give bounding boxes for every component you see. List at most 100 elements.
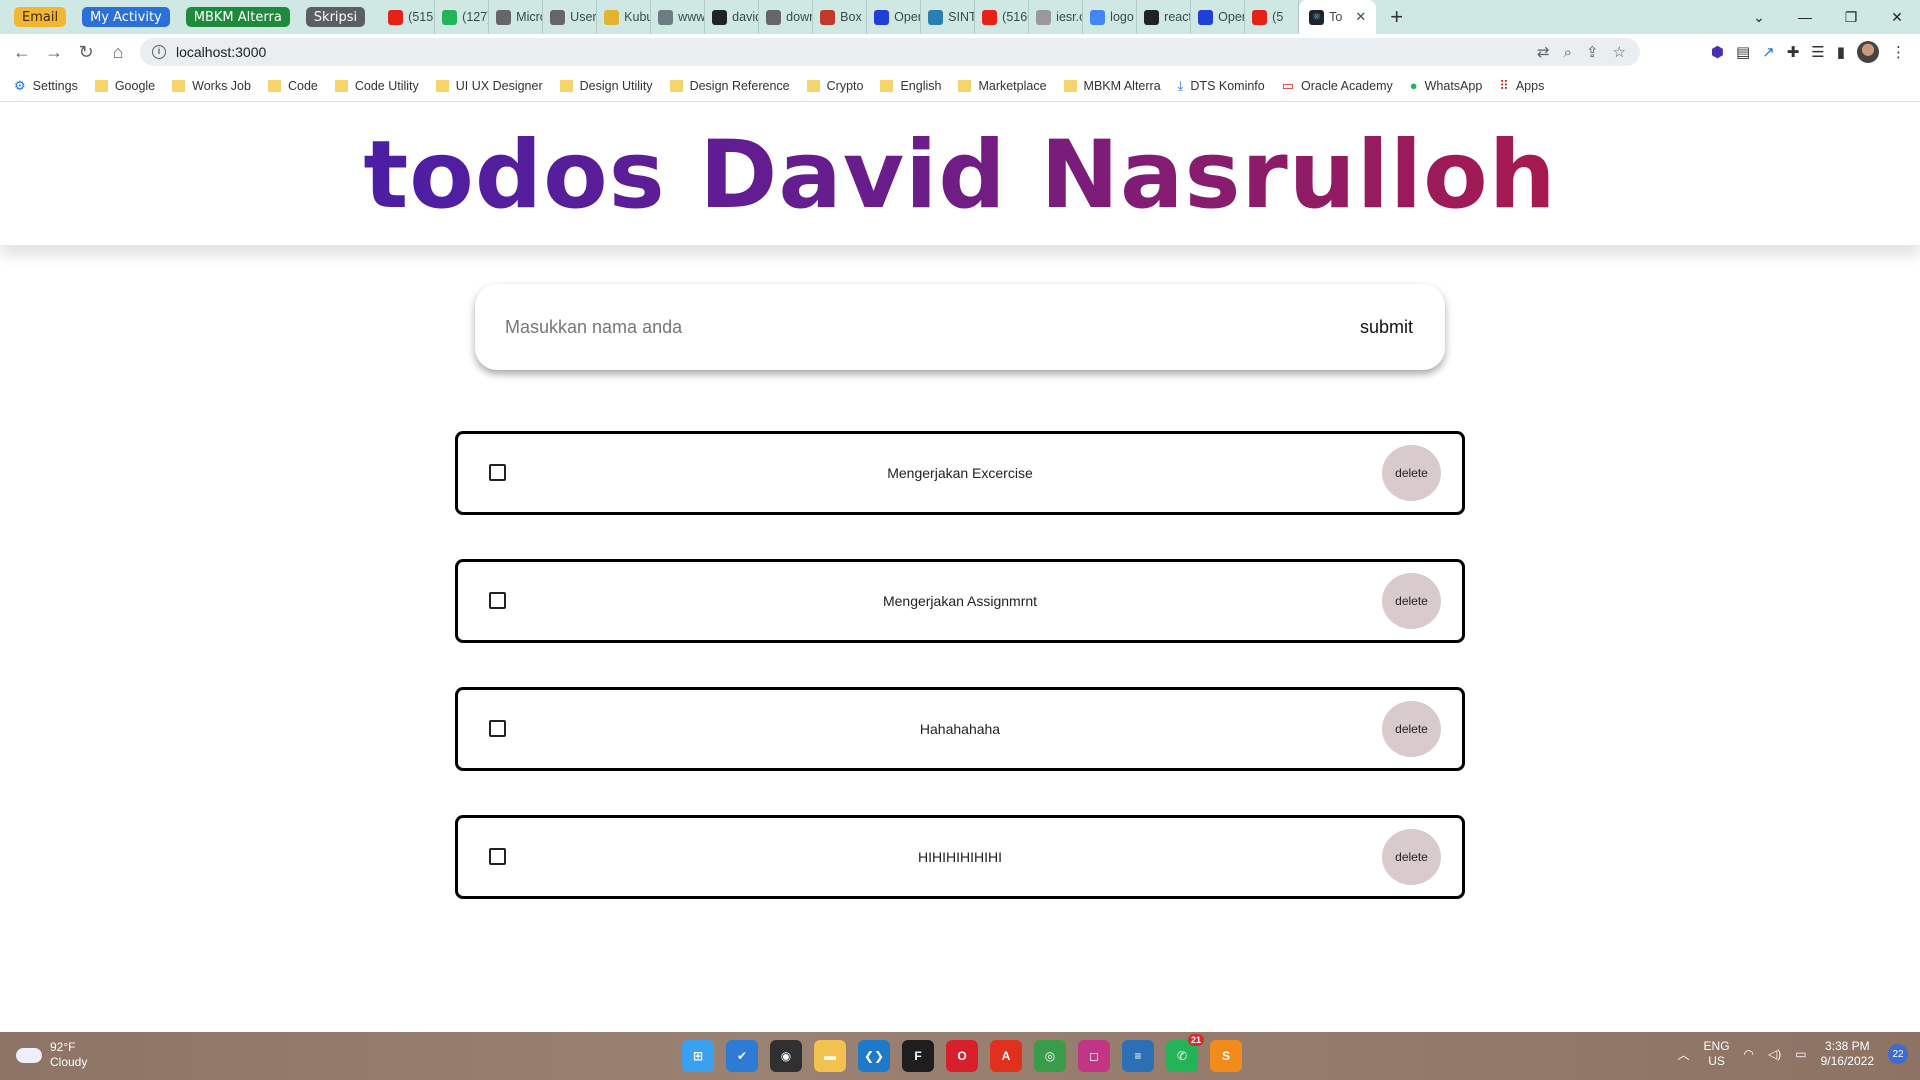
browser-tab-strip: Email My Activity MBKM Alterra Skripsi (515… (0, 0, 1920, 34)
share-icon[interactable]: ⇪ (1586, 43, 1599, 61)
reload-icon[interactable]: ↻ (70, 42, 102, 63)
bookmark-item[interactable]: Design Reference (669, 79, 790, 93)
acrobat-icon[interactable]: A (990, 1040, 1022, 1072)
name-input[interactable] (505, 316, 1360, 338)
browser-tab[interactable]: SINTA (921, 0, 976, 34)
forward-icon[interactable]: → (38, 42, 70, 63)
todo-item: Mengerjakan Assignmrnt delete (455, 559, 1465, 643)
browser-tab[interactable]: (5 (1245, 0, 1300, 34)
volume-icon[interactable]: ◁) (1768, 1047, 1781, 1061)
browser-tab[interactable]: (5160) (975, 0, 1030, 34)
browser-tab[interactable]: Micro (489, 0, 544, 34)
bookmark-item[interactable]: Code Utility (334, 79, 419, 93)
delete-button[interactable]: delete (1382, 573, 1441, 629)
browser-tab[interactable]: Kubuk (597, 0, 652, 34)
extension-link-icon[interactable]: ↗ (1762, 43, 1775, 61)
bookmark-item[interactable]: English (880, 79, 941, 93)
browser-tab[interactable]: Open (867, 0, 922, 34)
bookmark-item[interactable]: Code (267, 79, 318, 93)
opera-icon[interactable]: O (946, 1040, 978, 1072)
browser-tab[interactable]: Open (1191, 0, 1246, 34)
figma-icon[interactable]: F (902, 1040, 934, 1072)
weather-desc: Cloudy (50, 1055, 88, 1069)
weather-widget[interactable]: 92°F Cloudy (16, 1040, 87, 1070)
chrome-icon[interactable]: ◎ (1034, 1040, 1066, 1072)
tab-group-chip[interactable]: My Activity (82, 7, 170, 27)
bookmark-item[interactable]: ⚙ Settings (14, 78, 78, 94)
bookmark-item[interactable]: Google (94, 79, 155, 93)
bookmark-label: Oracle Academy (1301, 78, 1393, 93)
address-bar[interactable]: i localhost:3000 ⇄ ⌕ ⇪ ☆ (140, 38, 1640, 66)
zoom-icon[interactable]: ⌕ (1564, 44, 1572, 61)
tab-title: Box Sl (840, 10, 866, 24)
bookmark-item[interactable]: ▭ Oracle Academy (1282, 78, 1393, 94)
browser-tab[interactable]: Box Sl (813, 0, 868, 34)
google-icon (1090, 9, 1106, 25)
browser-tab[interactable]: react_ (1137, 0, 1192, 34)
close-window-button[interactable]: ✕ (1874, 9, 1920, 26)
browser-tab[interactable]: www.l (651, 0, 706, 34)
bookmark-star-icon[interactable]: ☆ (1613, 43, 1626, 61)
tray-overflow-icon[interactable]: ︿ (1678, 1046, 1690, 1063)
menu-dots-icon[interactable]: ⋮ (1891, 43, 1906, 61)
browser-tab[interactable]: iesr.or (1029, 0, 1084, 34)
close-tab-icon[interactable]: ✕ (1355, 9, 1366, 25)
sublime-icon[interactable]: S (1210, 1040, 1242, 1072)
delete-button[interactable]: delete (1382, 445, 1441, 501)
notification-badge[interactable]: 22 (1888, 1044, 1908, 1064)
file-explorer-icon[interactable]: ▬ (814, 1040, 846, 1072)
minimize-button[interactable]: — (1782, 9, 1828, 25)
tab-title: david (732, 10, 760, 24)
delete-button[interactable]: delete (1382, 829, 1441, 885)
site-info-icon[interactable]: i (152, 45, 166, 59)
tab-active[interactable]: ⚛ To ✕ (1299, 0, 1377, 34)
profile-avatar[interactable] (1857, 41, 1879, 63)
bookmark-item[interactable]: MBKM Alterra (1063, 78, 1161, 93)
notepad-icon[interactable]: ≡ (1122, 1040, 1154, 1072)
bookmark-item[interactable]: ● WhatsApp (1410, 78, 1483, 93)
extensions-puzzle-icon[interactable]: ✚ (1787, 43, 1800, 61)
new-tab-button[interactable]: + (1390, 4, 1403, 30)
bookmark-item[interactable]: Works Job (172, 79, 251, 93)
battery-icon[interactable]: ▭ (1795, 1047, 1806, 1061)
bookmark-item[interactable]: Marketplace (958, 79, 1047, 93)
browser-tab[interactable]: logo c (1083, 0, 1138, 34)
browser-tab[interactable]: (127) (435, 0, 490, 34)
extension-shield-icon[interactable]: ⬢ (1711, 43, 1724, 61)
back-icon[interactable]: ← (6, 42, 38, 63)
obs-icon[interactable]: ◉ (770, 1040, 802, 1072)
bookmark-label: Design Utility (579, 78, 653, 93)
wifi-icon[interactable]: ◠ (1744, 1047, 1754, 1061)
clock[interactable]: 3:38 PM 9/16/2022 (1821, 1039, 1874, 1069)
bookmark-item[interactable]: Crypto (806, 79, 863, 93)
bookmark-item[interactable]: UI UX Designer (435, 79, 543, 93)
tab-title: Open (894, 10, 920, 24)
browser-tab[interactable]: User E (543, 0, 598, 34)
tab-title: logo c (1110, 10, 1136, 24)
submit-button[interactable]: submit (1360, 317, 1413, 338)
language-indicator[interactable]: ENG US (1704, 1039, 1730, 1069)
restore-button[interactable]: ❐ (1828, 9, 1874, 26)
tab-group-chip[interactable]: Skripsi (305, 7, 366, 27)
vscode-icon[interactable]: ❮❯ (858, 1040, 890, 1072)
whatsapp-icon[interactable]: ✆ 21 (1166, 1034, 1204, 1072)
windows-start-icon[interactable]: ⊞ (682, 1040, 714, 1072)
instagram-icon[interactable]: ◻ (1078, 1040, 1110, 1072)
browser-tab[interactable]: david (705, 0, 760, 34)
extension-new-icon[interactable]: ▤ (1736, 43, 1750, 61)
browser-tab[interactable]: (5159) (381, 0, 436, 34)
todo-app-icon[interactable]: ✔ (726, 1040, 758, 1072)
browser-tab[interactable]: downl (759, 0, 814, 34)
bookmark-item[interactable]: ⠿ Apps (1499, 78, 1544, 94)
delete-button[interactable]: delete (1382, 701, 1441, 757)
tab-search-icon[interactable]: ⌄ (1736, 9, 1782, 26)
home-icon[interactable]: ⌂ (102, 42, 134, 63)
translate-icon[interactable]: ⇄ (1537, 43, 1550, 61)
tab-group-chip[interactable]: Email (14, 7, 67, 27)
bookmark-label: MBKM Alterra (1083, 78, 1161, 93)
bookmark-item[interactable]: Design Utility (559, 78, 653, 93)
bookmark-item[interactable]: ⤓ DTS Kominfo (1178, 78, 1265, 94)
reading-list-icon[interactable]: ☰ (1811, 43, 1824, 61)
side-panel-icon[interactable]: ▮ (1837, 43, 1845, 61)
tab-group-chip[interactable]: MBKM Alterra (185, 7, 290, 27)
